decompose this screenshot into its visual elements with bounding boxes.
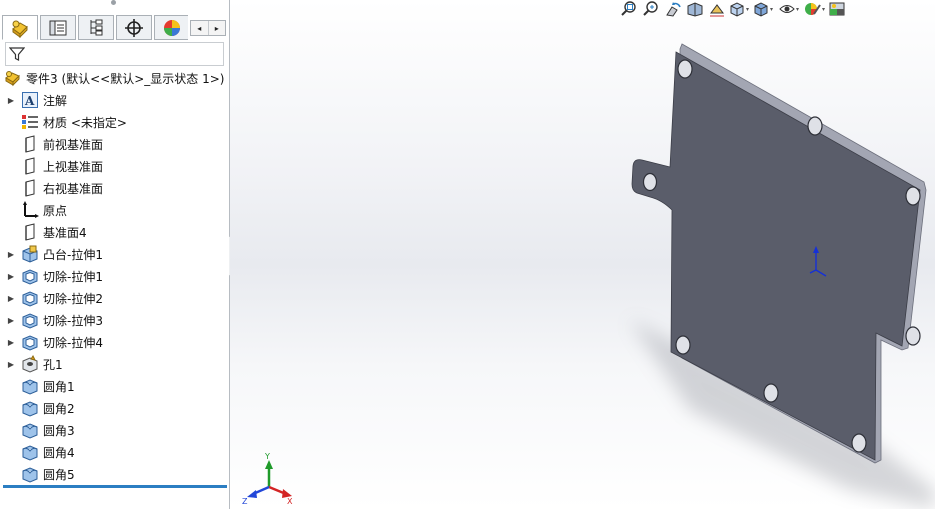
tree-item[interactable]: 圆角1 — [6, 375, 75, 397]
tree-item-label: 材质 <未指定> — [43, 115, 127, 130]
annotation-icon: A — [20, 90, 40, 110]
tree-item-label: 原点 — [43, 203, 68, 218]
tree-item-label: 圆角5 — [43, 467, 75, 482]
tree-item-label: 凸台-拉伸1 — [43, 247, 103, 262]
tree-item-label: 切除-拉伸4 — [43, 335, 103, 350]
tree-item[interactable]: 圆角2 — [6, 397, 75, 419]
feature-manager-icon — [12, 20, 28, 38]
tree-item-label: 切除-拉伸2 — [43, 291, 103, 306]
cut-extrude-icon — [20, 332, 40, 352]
tab-scroll-buttons: ◂ ▸ — [190, 20, 226, 36]
fillet-icon — [20, 442, 40, 462]
configuration-manager-tab[interactable] — [78, 15, 114, 40]
tree-item-label: 右视基准面 — [43, 181, 104, 196]
tree-item[interactable]: ▶ A 注解 — [6, 89, 67, 111]
filter-icon — [9, 47, 25, 61]
tree-item[interactable]: ▶ 凸台-拉伸1 — [6, 243, 103, 265]
rollback-bar[interactable] — [3, 485, 227, 488]
tree-root-part[interactable]: 零件3 (默认<<默认>_显示状态 1>) — [3, 67, 224, 89]
graphics-area[interactable]: ▾ ▾ ▾ ▾ Y X Z — [230, 0, 935, 509]
reference-triad: Y X Z — [242, 452, 293, 506]
tree-item-label: 圆角4 — [43, 445, 75, 460]
tree-item[interactable]: 圆角4 — [6, 441, 75, 463]
expand-arrow-icon[interactable]: ▶ — [6, 272, 16, 281]
plane-icon — [20, 178, 40, 198]
cut-extrude-icon — [20, 310, 40, 330]
fillet-icon — [20, 398, 40, 418]
tree-item[interactable]: 材质 <未指定> — [6, 111, 127, 133]
fillet-icon — [20, 464, 40, 484]
tree-item[interactable]: 原点 — [6, 199, 67, 221]
expand-arrow-icon[interactable]: ▶ — [6, 96, 16, 105]
feature-manager-panel: ◂ ▸ 零件3 (默认<<默认>_显示状态 1>) ▶ A 注解材质 <未指定> 前视基… — [0, 0, 230, 509]
expand-arrow-icon[interactable]: ▶ — [6, 338, 16, 347]
tree-item[interactable]: 圆角3 — [6, 419, 75, 441]
tree-item-label: 零件3 (默认<<默认>_显示状态 1>) — [26, 71, 225, 86]
triad-z-label: Z — [242, 497, 248, 506]
part-icon — [3, 68, 23, 88]
boss-extrude-icon — [20, 244, 40, 264]
tree-item-label: 孔1 — [43, 357, 63, 372]
manager-tab-bar: ◂ ▸ — [2, 15, 227, 41]
property-manager-icon — [49, 20, 67, 35]
tree-item-label: 圆角3 — [43, 423, 75, 438]
cut-extrude-icon — [20, 288, 40, 308]
panel-grip[interactable] — [111, 0, 116, 5]
tree-item[interactable]: ▶ 孔1 — [6, 353, 63, 375]
tree-item-label: 注解 — [43, 93, 68, 108]
crosshair-icon — [125, 18, 143, 37]
tree-item-label: 上视基准面 — [43, 159, 104, 174]
tree-item[interactable]: 右视基准面 — [6, 177, 103, 199]
feature-tree-filter[interactable] — [5, 42, 224, 66]
tree-item[interactable]: 基准面4 — [6, 221, 87, 243]
dimxpert-manager-tab[interactable] — [116, 15, 152, 40]
expand-arrow-icon[interactable]: ▶ — [6, 316, 16, 325]
expand-arrow-icon[interactable]: ▶ — [6, 294, 16, 303]
triad-x-label: X — [287, 497, 293, 506]
tree-item-label: 基准面4 — [43, 225, 87, 240]
tree-item-label: 圆角1 — [43, 379, 75, 394]
display-manager-tab[interactable] — [154, 15, 188, 40]
part-model[interactable]: Y X Z — [230, 0, 935, 509]
expand-arrow-icon[interactable]: ▶ — [6, 360, 16, 369]
fillet-icon — [20, 376, 40, 396]
fillet-icon — [20, 420, 40, 440]
svg-text:A: A — [24, 94, 35, 108]
property-manager-tab[interactable] — [40, 15, 76, 40]
plane-icon — [20, 222, 40, 242]
display-manager-icon — [163, 19, 180, 36]
cut-extrude-icon — [20, 266, 40, 286]
tree-item[interactable]: ▶ 切除-拉伸4 — [6, 331, 103, 353]
tree-item-label: 圆角2 — [43, 401, 75, 416]
plane-icon — [20, 156, 40, 176]
tree-item[interactable]: 前视基准面 — [6, 133, 103, 155]
tree-item[interactable]: ▶ 切除-拉伸1 — [6, 265, 103, 287]
scroll-left-icon[interactable]: ◂ — [191, 21, 209, 35]
plane-icon — [20, 134, 40, 154]
scroll-right-icon[interactable]: ▸ — [209, 21, 226, 35]
expand-arrow-icon[interactable]: ▶ — [6, 250, 16, 259]
tree-item-label: 前视基准面 — [43, 137, 104, 152]
material-icon — [20, 112, 40, 132]
tree-item-label: 切除-拉伸1 — [43, 269, 103, 284]
tree-item-label: 切除-拉伸3 — [43, 313, 103, 328]
tree-item[interactable]: ▶ 切除-拉伸2 — [6, 287, 103, 309]
hole-icon — [20, 354, 40, 374]
feature-manager-tab[interactable] — [2, 15, 38, 40]
tree-item[interactable]: 上视基准面 — [6, 155, 103, 177]
triad-y-label: Y — [264, 452, 270, 461]
origin-icon — [20, 200, 40, 220]
configuration-manager-icon — [90, 19, 103, 35]
tree-item[interactable]: ▶ 切除-拉伸3 — [6, 309, 103, 331]
tree-item[interactable]: 圆角5 — [6, 463, 75, 485]
